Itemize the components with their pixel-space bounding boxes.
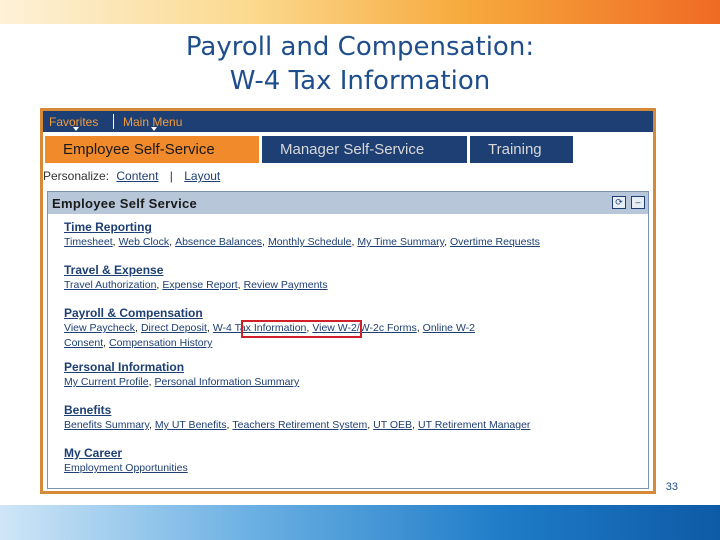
section-time-reporting: Time Reporting Timesheet, Web Clock, Absen… bbox=[64, 220, 540, 250]
section-title[interactable]: Time Reporting bbox=[64, 220, 540, 234]
link-web-clock[interactable]: Web Clock bbox=[119, 236, 170, 248]
menu-bar: Favorites Main Menu bbox=[43, 111, 653, 132]
link-my-ut-benefits[interactable]: My UT Benefits bbox=[155, 419, 227, 431]
personalize-layout-link[interactable]: Layout bbox=[184, 169, 220, 183]
chevron-down-icon bbox=[151, 127, 157, 131]
employee-self-service-pane: Employee Self Service ⟳ – Time Reporting… bbox=[47, 191, 649, 489]
link-ut-retirement-manager[interactable]: UT Retirement Manager bbox=[418, 419, 530, 431]
link-expense-report[interactable]: Expense Report bbox=[162, 279, 237, 291]
link-ut-oeb[interactable]: UT OEB bbox=[373, 419, 412, 431]
link-compensation-history[interactable]: Compensation History bbox=[109, 337, 212, 349]
section-links: Travel Authorization, Expense Report, Revi… bbox=[64, 279, 328, 291]
link-teachers-retirement-system[interactable]: Teachers Retirement System bbox=[232, 419, 367, 431]
link-benefits-summary[interactable]: Benefits Summary bbox=[64, 419, 149, 431]
personalize-label: Personalize: bbox=[43, 169, 110, 183]
link-online-w2[interactable]: Online W-2 bbox=[423, 322, 475, 334]
section-title[interactable]: Personal Information bbox=[64, 360, 299, 374]
link-consent[interactable]: Consent bbox=[64, 337, 103, 349]
section-travel-expense: Travel & Expense Travel Authorization, Ex… bbox=[64, 263, 328, 293]
tab-training[interactable]: Training bbox=[470, 136, 573, 163]
link-monthly-schedule[interactable]: Monthly Schedule bbox=[268, 236, 351, 248]
link-view-paycheck[interactable]: View Paycheck bbox=[64, 322, 135, 334]
slide-title-line1: Payroll and Compensation: bbox=[185, 32, 535, 62]
section-title[interactable]: My Career bbox=[64, 446, 188, 460]
slide-top-bar bbox=[0, 0, 720, 24]
minimize-icon[interactable]: – bbox=[631, 196, 645, 209]
link-absence-balances[interactable]: Absence Balances bbox=[175, 236, 262, 248]
section-title[interactable]: Travel & Expense bbox=[64, 263, 328, 277]
section-links: My Current Profile, Personal Information … bbox=[64, 376, 300, 388]
personalize-separator: | bbox=[169, 169, 173, 183]
link-my-time-summary[interactable]: My Time Summary bbox=[357, 236, 444, 248]
link-timesheet[interactable]: Timesheet bbox=[64, 236, 113, 248]
menu-divider bbox=[113, 114, 114, 129]
section-links: Employment Opportunities bbox=[64, 461, 188, 476]
refresh-icon[interactable]: ⟳ bbox=[612, 196, 626, 209]
slide-bottom-bar bbox=[0, 505, 720, 540]
section-benefits: Benefits Benefits Summary, My UT Benefits… bbox=[64, 403, 530, 433]
section-links: Timesheet, Web Clock, Absence Balances, Mon… bbox=[64, 236, 540, 248]
link-travel-authorization[interactable]: Travel Authorization bbox=[64, 279, 156, 291]
slide-title-line2: W-4 Tax Information bbox=[229, 66, 491, 96]
link-personal-information-summary[interactable]: Personal Information Summary bbox=[155, 376, 300, 388]
section-title[interactable]: Benefits bbox=[64, 403, 530, 417]
link-employment-opportunities[interactable]: Employment Opportunities bbox=[64, 462, 188, 474]
link-overtime-requests[interactable]: Overtime Requests bbox=[450, 236, 540, 248]
section-personal-information: Personal Information My Current Profile,… bbox=[64, 360, 299, 390]
personalize-content-link[interactable]: Content bbox=[116, 169, 158, 183]
highlight-box bbox=[241, 320, 362, 338]
tab-manager-self-service[interactable]: Manager Self-Service bbox=[262, 136, 467, 163]
tab-bar: Employee Self-Service Manager Self-Servi… bbox=[43, 132, 653, 164]
link-direct-deposit[interactable]: Direct Deposit bbox=[141, 322, 207, 334]
pane-title: Employee Self Service bbox=[52, 196, 198, 211]
screenshot-frame: Favorites Main Menu Employee Self-Servic… bbox=[40, 108, 656, 494]
pane-header: Employee Self Service ⟳ – bbox=[48, 192, 648, 214]
section-my-career: My Career Employment Opportunities bbox=[64, 446, 188, 476]
page-number: 33 bbox=[665, 481, 678, 493]
link-review-payments[interactable]: Review Payments bbox=[244, 279, 328, 291]
slide-title: Payroll and Compensation: W-4 Tax Inform… bbox=[0, 30, 720, 98]
link-my-current-profile[interactable]: My Current Profile bbox=[64, 376, 149, 388]
chevron-down-icon bbox=[73, 127, 79, 131]
personalize-bar: Personalize: Content | Layout bbox=[43, 169, 220, 183]
tab-employee-self-service[interactable]: Employee Self-Service bbox=[45, 136, 259, 163]
section-title[interactable]: Payroll & Compensation bbox=[64, 306, 475, 320]
section-links: Benefits Summary, My UT Benefits, Teachers… bbox=[64, 419, 531, 431]
